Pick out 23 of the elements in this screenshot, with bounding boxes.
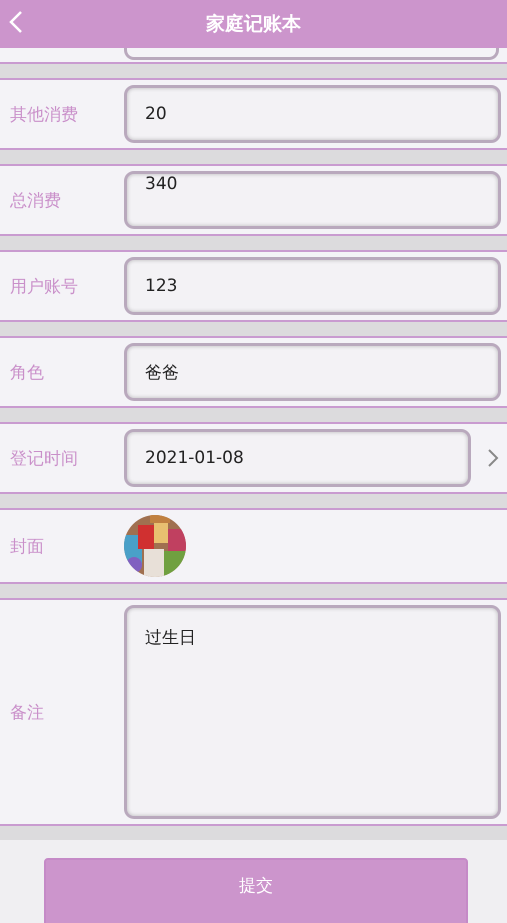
field-label: 封面 — [10, 536, 45, 558]
field-value: 20 — [145, 104, 167, 124]
field-label: 角色 — [10, 362, 45, 384]
field-label: 登记时间 — [10, 448, 79, 470]
field-label: 备注 — [10, 702, 45, 724]
field-value: 340 — [145, 174, 178, 194]
field-value: 过生日 — [145, 627, 196, 649]
field-label: 用户账号 — [10, 276, 79, 298]
input-field[interactable]: 123 — [124, 257, 501, 315]
input-field[interactable] — [124, 48, 499, 60]
text-area[interactable]: 过生日 — [124, 605, 501, 819]
field-value: 2021-01-08 — [145, 448, 244, 468]
input-field[interactable]: 爸爸 — [124, 343, 501, 401]
field-label: 总消费 — [10, 190, 62, 212]
field-label: 其他消费 — [10, 104, 79, 126]
date-field[interactable]: 2021-01-08 — [124, 429, 471, 487]
field-value: 123 — [145, 276, 178, 296]
input-field[interactable]: 20 — [124, 85, 501, 143]
input-field[interactable]: 340 — [124, 171, 501, 229]
page-title: 家庭记账本 — [206, 12, 301, 37]
chevron-right-icon[interactable] — [487, 448, 499, 468]
field-value: 爸爸 — [145, 362, 179, 384]
back-icon[interactable] — [8, 10, 24, 34]
